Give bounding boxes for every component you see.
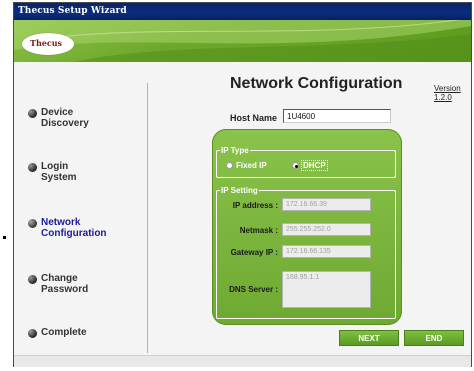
gateway-ip-field[interactable]: [282, 245, 371, 258]
title-bar: Thecus Setup Wizard: [14, 3, 471, 20]
ip-setting-legend: IP Setting: [221, 186, 258, 195]
sidebar-item-label: Device Discovery: [41, 107, 89, 129]
header-banner: Thecus: [14, 20, 471, 62]
gateway-ip-label: Gateway IP :: [230, 248, 278, 257]
radio-checked-icon: [292, 162, 299, 169]
netmask-field[interactable]: [282, 223, 371, 236]
step-bullet-icon: [28, 109, 37, 118]
bottom-strip: [14, 355, 471, 367]
sidebar-item-label: Login System: [41, 161, 77, 183]
step-bullet-icon: [28, 219, 37, 228]
step-bullet-icon: [28, 329, 37, 338]
sidebar-item-label: Network Configuration: [41, 217, 107, 239]
sidebar-item-label: Change Password: [41, 273, 89, 295]
step-bullet-icon: [28, 163, 37, 172]
sidebar-divider: [147, 83, 148, 353]
dns-server-label: DNS Server :: [229, 285, 278, 294]
radio-unchecked-icon: [226, 162, 233, 169]
sidebar-item-label: Complete: [41, 327, 87, 338]
ip-type-legend: IP Type: [221, 146, 249, 155]
stray-mark: [3, 236, 6, 239]
window-title: Thecus Setup Wizard: [18, 6, 127, 16]
dhcp-label: DHCP: [301, 160, 328, 171]
hostname-input[interactable]: [283, 109, 391, 123]
thecus-logo: Thecus: [22, 33, 74, 55]
netmask-label: Netmask :: [239, 226, 278, 235]
step-bullet-icon: [28, 275, 37, 284]
hostname-label: Host Name: [230, 113, 278, 123]
version-link[interactable]: Version 1.2.0: [434, 84, 471, 102]
setup-wizard-window: Thecus Setup Wizard Thecus Device Discov…: [13, 2, 472, 367]
logo-text: Thecus: [30, 38, 63, 48]
end-button[interactable]: END: [404, 330, 464, 346]
fixed-ip-label: Fixed IP: [236, 161, 267, 170]
ip-address-field[interactable]: [282, 198, 371, 211]
dns-server-field[interactable]: 168.95.1.1: [282, 271, 371, 308]
ip-address-label: IP address :: [232, 201, 278, 210]
banner-swoosh-graphic: [14, 20, 471, 62]
page-title: Network Configuration: [230, 75, 403, 92]
next-button[interactable]: NEXT: [339, 330, 399, 346]
